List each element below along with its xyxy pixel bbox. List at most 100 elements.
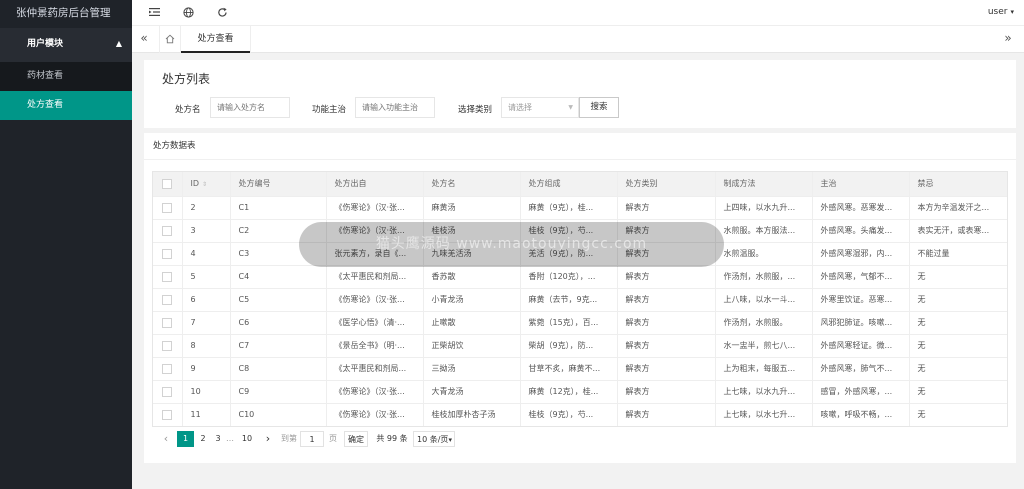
table-cell: C6	[230, 311, 327, 335]
table-row[interactable]: 10 C9 《伤寒论》（汉·张... 大青龙汤 麻黄（12克），桂... 解表方 上七味，以…	[153, 380, 1007, 404]
page-button-10[interactable]: 10	[239, 431, 255, 447]
refresh-icon[interactable]	[216, 7, 228, 19]
table-cell: 三拗汤	[423, 357, 521, 381]
column-header-id[interactable]: ID ⇕	[182, 172, 231, 197]
table-cell: 外感风寒。恶寒发...	[812, 196, 910, 220]
table-card: 处方数据表 ID ⇕ 处方编号 处方出自 处方名 处方组成 处方类别 制成方法 主…	[144, 133, 1016, 463]
tab-prescriptions[interactable]: 处方查看	[181, 26, 251, 53]
page-size-select[interactable]: 10 条/页 ▾	[413, 431, 455, 447]
column-header-composition: 处方组成	[520, 172, 618, 197]
goto-label: 到第	[281, 434, 297, 443]
sidebar-group-user-module[interactable]: 用户模块 ▲	[0, 28, 132, 62]
row-checkbox[interactable]	[162, 225, 173, 236]
table-cell: 9	[182, 357, 231, 381]
table-cell: 上八味，以水一斗...	[715, 288, 813, 312]
table-cell: 小青龙汤	[423, 288, 521, 312]
row-checkbox[interactable]	[162, 386, 173, 397]
globe-icon[interactable]	[182, 7, 194, 19]
table-cell: 《伤寒论》（汉·张...	[326, 403, 424, 426]
table-cell: 风邪犯肺证。咳嗽...	[812, 311, 910, 335]
table-cell: 水煎温服。	[715, 242, 813, 266]
table-row[interactable]: 2 C1 《伤寒论》（汉·张... 麻黄汤 麻黄（9克），桂... 解表方 上四味，以水九升…	[153, 196, 1007, 220]
table-card-title: 处方数据表	[144, 133, 1016, 160]
table-cell: 不能过量	[909, 242, 1007, 266]
menu-fold-icon[interactable]	[148, 7, 160, 19]
table-cell: 外感风寒，气郁不...	[812, 265, 910, 289]
caret-up-icon: ▲	[115, 39, 122, 48]
table-cell: 作汤剂，水煎服。	[715, 311, 813, 335]
table-cell: 《医学心悟》（清·...	[326, 311, 424, 335]
select-all-checkbox[interactable]	[162, 178, 173, 189]
table-cell: 无	[909, 311, 1007, 335]
table-cell: 外感风寒湿邪，内...	[812, 242, 910, 266]
table-cell: 11	[182, 403, 231, 426]
table-cell: 紫菀（15克），百...	[520, 311, 618, 335]
double-chevron-left-icon[interactable]: «	[136, 31, 152, 47]
table-cell: 大青龙汤	[423, 380, 521, 404]
row-checkbox[interactable]	[162, 363, 173, 374]
page-button-1[interactable]: 1	[177, 431, 194, 447]
table-row[interactable]: 8 C7 《景岳全书》（明·... 正柴胡饮 柴胡（9克），防... 解表方 水一盅半，煎七…	[153, 334, 1007, 358]
column-header-code: 处方编号	[230, 172, 327, 197]
page-unit-label: 页	[329, 434, 337, 443]
row-checkbox[interactable]	[162, 317, 173, 328]
row-checkbox[interactable]	[162, 202, 173, 213]
table-cell: 无	[909, 288, 1007, 312]
sidebar-item-herbs[interactable]: 药材查看	[0, 62, 132, 91]
prescription-name-input[interactable]	[210, 97, 290, 118]
page-title: 处方列表	[162, 72, 211, 86]
table-cell: 上为粗末，每服五...	[715, 357, 813, 381]
table-cell: 止嗽散	[423, 311, 521, 335]
table-cell: 上七味，以水七升...	[715, 403, 813, 426]
page-size-value: 10 条/页	[417, 435, 449, 444]
select-all-cell	[153, 172, 183, 197]
row-select-cell	[153, 403, 183, 426]
table-cell: C7	[230, 334, 327, 358]
sort-icon[interactable]: ⇕	[202, 181, 207, 188]
data-table-wrapper: ID ⇕ 处方编号 处方出自 处方名 处方组成 处方类别 制成方法 主治 禁忌 2…	[152, 171, 1008, 427]
chevron-down-icon: ▾	[1010, 8, 1014, 16]
table-row[interactable]: 5 C4 《太平惠民和剂局... 香苏散 香附（120克），... 解表方 作汤剂，水煎服，…	[153, 265, 1007, 289]
search-button[interactable]: 搜索	[579, 97, 619, 118]
double-chevron-right-icon[interactable]: »	[1000, 31, 1016, 47]
table-row[interactable]: 11 C10 《伤寒论》（汉·张... 桂枝加厚朴杏子汤 桂枝（9克），芍... 解表方上…	[153, 403, 1007, 426]
table-cell: 外感风寒，肺气不...	[812, 357, 910, 381]
row-checkbox[interactable]	[162, 271, 173, 282]
row-checkbox[interactable]	[162, 409, 173, 420]
table-cell: 无	[909, 265, 1007, 289]
table-cell: 《伤寒论》（汉·张...	[326, 196, 424, 220]
category-select[interactable]: 请选择 ▼	[501, 97, 579, 118]
row-checkbox[interactable]	[162, 248, 173, 259]
category-label: 选择类别	[458, 105, 493, 115]
row-checkbox[interactable]	[162, 294, 173, 305]
sidebar-item-prescriptions[interactable]: 处方查看	[0, 91, 132, 120]
table-row[interactable]: 9 C8 《太平惠民和剂局... 三拗汤 甘草不炙，麻黄不... 解表方 上为粗末，每服五.…	[153, 357, 1007, 381]
goto-page-input[interactable]: 1	[300, 431, 324, 447]
goto-confirm-button[interactable]: 确定	[344, 431, 368, 447]
table-cell: 麻黄（12克），桂...	[520, 380, 618, 404]
function-input[interactable]	[355, 97, 435, 118]
user-menu[interactable]: user ▾	[988, 7, 1014, 17]
page-button-2[interactable]: 2	[197, 431, 209, 447]
table-cell: 2	[182, 196, 231, 220]
table-cell: 解表方	[617, 265, 716, 289]
table-cell: 桂枝加厚朴杏子汤	[423, 403, 521, 426]
page-button-3[interactable]: 3	[212, 431, 224, 447]
next-page-button[interactable]: ›	[262, 431, 274, 447]
table-cell: 上七味，以水九升...	[715, 380, 813, 404]
prev-page-button[interactable]: ‹	[160, 431, 172, 447]
sidebar-submenu: 药材查看 处方查看	[0, 62, 132, 120]
row-select-cell	[153, 196, 183, 220]
caret-down-icon: ▼	[568, 104, 573, 111]
table-cell: 麻黄（去节，9克...	[520, 288, 618, 312]
home-icon[interactable]	[159, 26, 181, 53]
table-row[interactable]: 6 C5 《伤寒论》（汉·张... 小青龙汤 麻黄（去节，9克... 解表方 上八味，以水一…	[153, 288, 1007, 312]
page-ellipsis: …	[226, 434, 234, 443]
table-cell: 4	[182, 242, 231, 266]
table-cell: 《伤寒论》（汉·张...	[326, 288, 424, 312]
row-select-cell	[153, 242, 183, 266]
table-row[interactable]: 7 C6 《医学心悟》（清·... 止嗽散 紫菀（15克），百... 解表方 作汤剂，水煎服…	[153, 311, 1007, 335]
tabs-bar: « 处方查看 »	[132, 26, 1024, 53]
table-cell: 甘草不炙，麻黄不...	[520, 357, 618, 381]
row-checkbox[interactable]	[162, 340, 173, 351]
